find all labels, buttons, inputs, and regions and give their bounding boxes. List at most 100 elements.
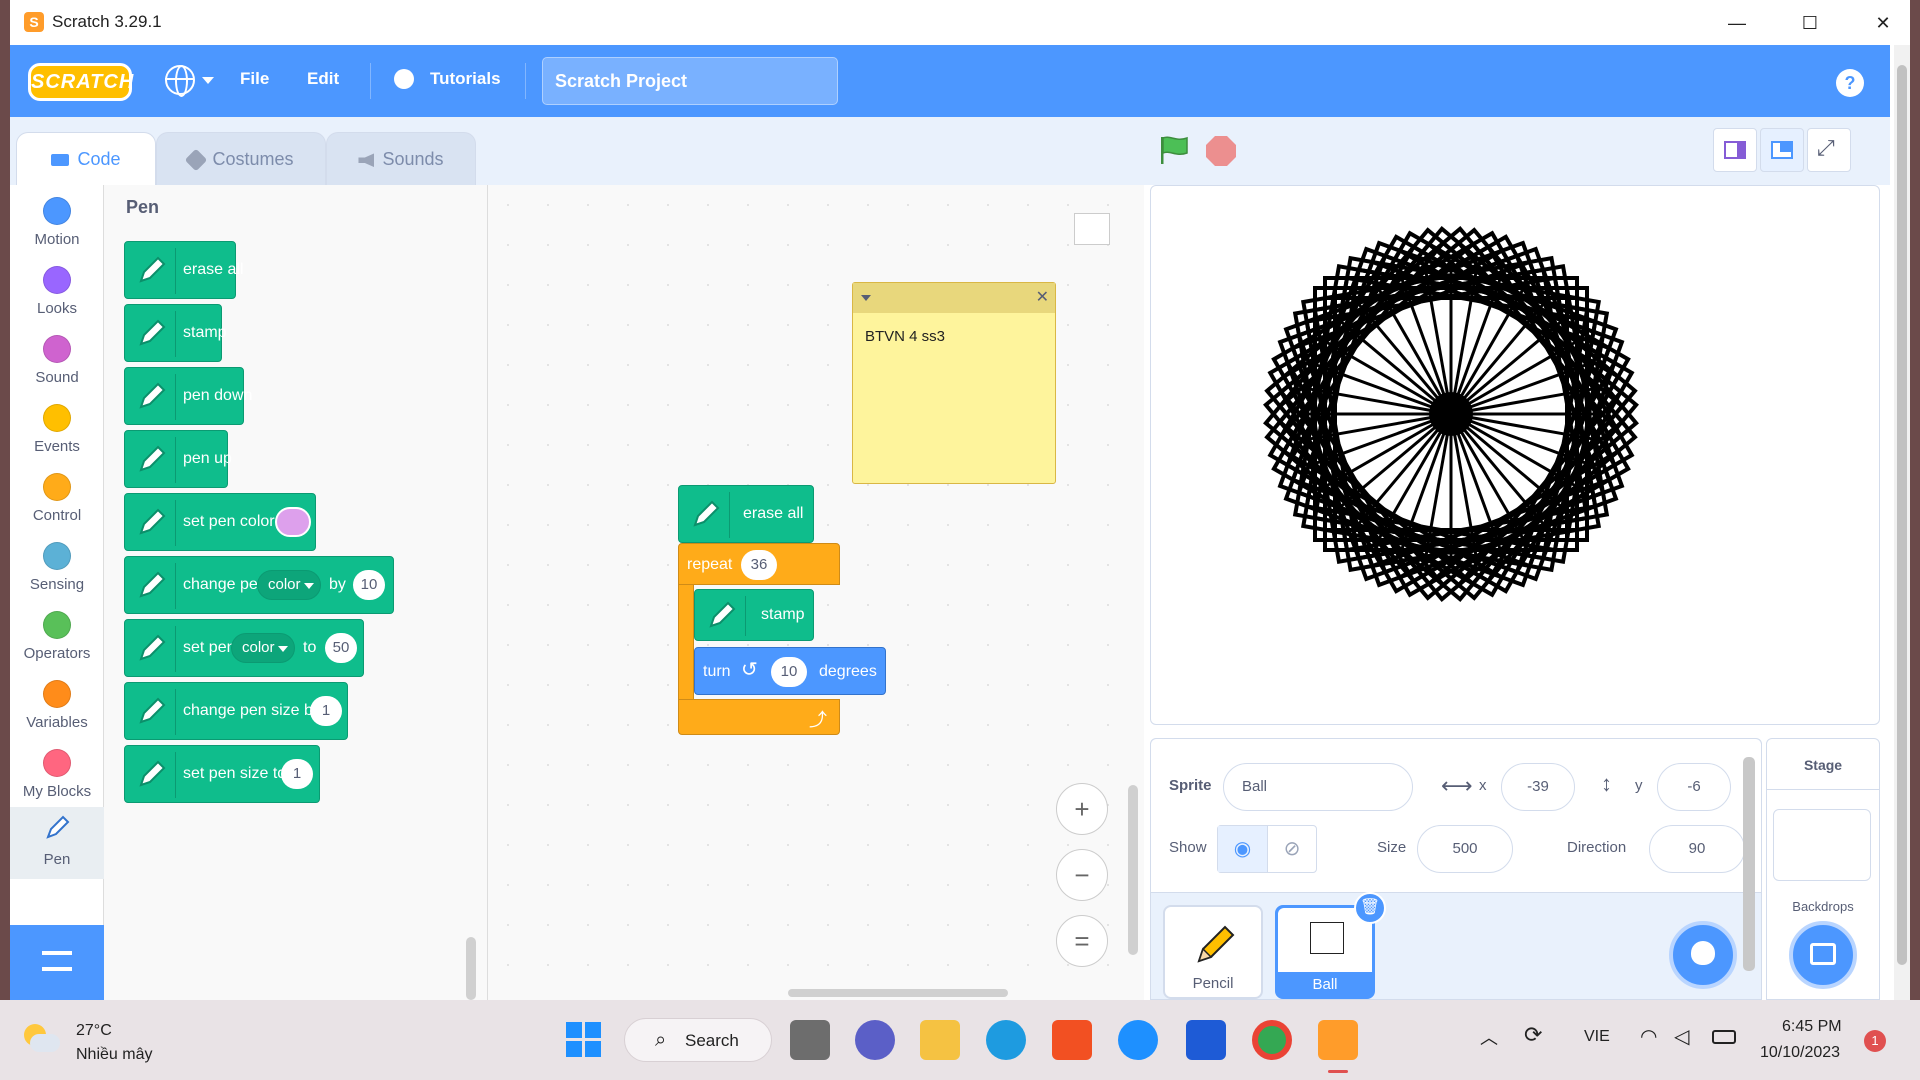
fullscreen-button[interactable]: ⤢	[1807, 128, 1851, 172]
chrome-icon[interactable]	[1252, 1020, 1292, 1060]
category-sound[interactable]: Sound	[10, 329, 104, 397]
category-sensing[interactable]: Sensing	[10, 536, 104, 604]
get-help-icon[interactable]	[1118, 1020, 1158, 1060]
value-input[interactable]: 10	[353, 570, 385, 600]
delete-sprite-icon[interactable]: 🗑	[1354, 892, 1386, 924]
chevron-up-icon[interactable]: ︿	[1480, 1024, 1498, 1050]
myhp-icon[interactable]	[1186, 1020, 1226, 1060]
pen-param-dropdown[interactable]: color	[257, 570, 321, 600]
note-text[interactable]: BTVN 4 ss3	[865, 328, 945, 345]
category-my-blocks[interactable]: My Blocks	[10, 743, 104, 811]
file-menu[interactable]: File	[240, 69, 269, 89]
tab-costumes[interactable]: Costumes	[156, 132, 326, 185]
zoom-in-button[interactable]: +	[1056, 783, 1108, 835]
palette-scrollbar[interactable]	[466, 937, 476, 1000]
category-operators[interactable]: Operators	[10, 605, 104, 673]
script-erase-all[interactable]: erase all	[678, 485, 814, 543]
eye-hidden-icon[interactable]: ⊘	[1268, 826, 1316, 872]
block-erase-all[interactable]: erase all	[124, 241, 243, 299]
choose-backdrop-button[interactable]	[1789, 921, 1857, 989]
weather-icon[interactable]	[22, 1022, 62, 1058]
clock-time[interactable]: 6:45 PM	[1782, 1018, 1842, 1036]
y-input[interactable]: -6	[1657, 763, 1731, 811]
minimize-button[interactable]: —	[1712, 8, 1762, 38]
pen-color-swatch[interactable]	[275, 507, 311, 537]
sprite-list-scrollbar[interactable]	[1743, 757, 1755, 971]
block-change-pen[interactable]: change pen color by 10	[124, 556, 394, 614]
close-button[interactable]: ✕	[1858, 8, 1908, 38]
category-control[interactable]: Control	[10, 467, 104, 535]
block-stamp[interactable]: stamp	[124, 304, 227, 362]
value-input[interactable]: 50	[325, 633, 357, 663]
pen-icon	[139, 508, 166, 535]
help-icon[interactable]: ?	[1836, 69, 1864, 97]
category-variables[interactable]: Variables	[10, 674, 104, 742]
stage-selector[interactable]: Stage Backdrops	[1766, 738, 1880, 1000]
script-workspace[interactable]: ✕ BTVN 4 ss3 erase all repeat 36 stamp t…	[488, 185, 1144, 1000]
zoom-reset-button[interactable]: =	[1056, 915, 1108, 967]
value-input[interactable]: 1	[281, 759, 313, 789]
size-input[interactable]: 500	[1417, 825, 1513, 873]
edge-icon[interactable]	[986, 1020, 1026, 1060]
task-view-icon[interactable]	[790, 1020, 830, 1060]
tab-sounds[interactable]: Sounds	[326, 132, 476, 185]
block-set-pen-size[interactable]: set pen size to 1	[124, 745, 320, 803]
scratch-taskbar-icon[interactable]	[1318, 1020, 1358, 1060]
window-scrollbar[interactable]	[1894, 45, 1910, 1000]
tab-code[interactable]: Code	[16, 132, 156, 185]
volume-icon[interactable]: ◁	[1674, 1024, 1689, 1049]
language-indicator[interactable]: VIE	[1584, 1028, 1610, 1046]
window-scrollbar-thumb[interactable]	[1897, 65, 1907, 965]
start-icon[interactable]	[566, 1022, 602, 1058]
category-looks[interactable]: Looks	[10, 260, 104, 328]
choose-sprite-button[interactable]	[1669, 921, 1737, 989]
block-pen-down[interactable]: pen down	[124, 367, 252, 425]
stop-icon[interactable]	[1206, 136, 1236, 166]
notification-badge[interactable]: 1	[1864, 1030, 1886, 1052]
sprite-tile-pencil[interactable]: Pencil	[1163, 905, 1263, 999]
stage-canvas[interactable]	[1150, 185, 1880, 725]
eye-icon[interactable]: ◉	[1218, 826, 1268, 872]
workspace-horizontal-scrollbar[interactable]	[788, 989, 1008, 997]
script-repeat[interactable]: repeat 36	[678, 543, 840, 585]
value-input[interactable]: 1	[310, 696, 342, 726]
wifi-icon[interactable]: ◠	[1640, 1024, 1657, 1049]
chat-icon[interactable]	[855, 1020, 895, 1060]
collapse-icon[interactable]	[861, 295, 871, 301]
small-stage-button[interactable]	[1713, 128, 1757, 172]
sync-icon[interactable]: ⟳	[1524, 1022, 1542, 1048]
maximize-button[interactable]: ☐	[1785, 8, 1835, 38]
edit-menu[interactable]: Edit	[307, 69, 339, 89]
block-set-pen-color[interactable]: set pen color to	[124, 493, 316, 551]
x-input[interactable]: -39	[1501, 763, 1575, 811]
category-motion[interactable]: Motion	[10, 191, 104, 259]
repeat-count-input[interactable]: 36	[741, 550, 777, 580]
turn-degrees-input[interactable]: 10	[771, 657, 807, 687]
scratch-logo[interactable]: SCRATCH	[28, 63, 133, 101]
normal-stage-button[interactable]	[1760, 128, 1804, 172]
pen-param-dropdown[interactable]: color	[231, 633, 295, 663]
zoom-out-button[interactable]: −	[1056, 849, 1108, 901]
block-change-pen-size[interactable]: change pen size by 1	[124, 682, 348, 740]
close-icon[interactable]: ✕	[1036, 287, 1049, 307]
taskbar-search[interactable]: ⌕ Search	[624, 1018, 772, 1062]
project-title-input[interactable]: Scratch Project	[542, 57, 838, 105]
script-stamp[interactable]: stamp	[694, 589, 814, 641]
comment-note[interactable]: ✕ BTVN 4 ss3	[852, 282, 1056, 484]
workspace-vertical-scrollbar[interactable]	[1128, 785, 1138, 955]
clock-date[interactable]: 10/10/2023	[1760, 1044, 1840, 1062]
add-extension-button[interactable]	[10, 925, 104, 1000]
green-flag-icon[interactable]	[1158, 135, 1190, 165]
category-events[interactable]: Events	[10, 398, 104, 466]
file-explorer-icon[interactable]	[920, 1020, 960, 1060]
direction-input[interactable]: 90	[1649, 825, 1745, 873]
block-set-pen[interactable]: set pen color to 50	[124, 619, 364, 677]
block-label: to	[303, 639, 317, 656]
sprite-tile-ball[interactable]: Ball 🗑	[1275, 892, 1386, 999]
block-pen-up[interactable]: pen up	[124, 430, 232, 488]
battery-icon[interactable]	[1712, 1030, 1736, 1044]
category-pen[interactable]: Pen	[10, 807, 104, 879]
store-icon[interactable]	[1052, 1020, 1092, 1060]
script-turn[interactable]: turn ↺ 10 degrees	[694, 647, 886, 695]
sprite-name-input[interactable]: Ball	[1223, 763, 1413, 811]
